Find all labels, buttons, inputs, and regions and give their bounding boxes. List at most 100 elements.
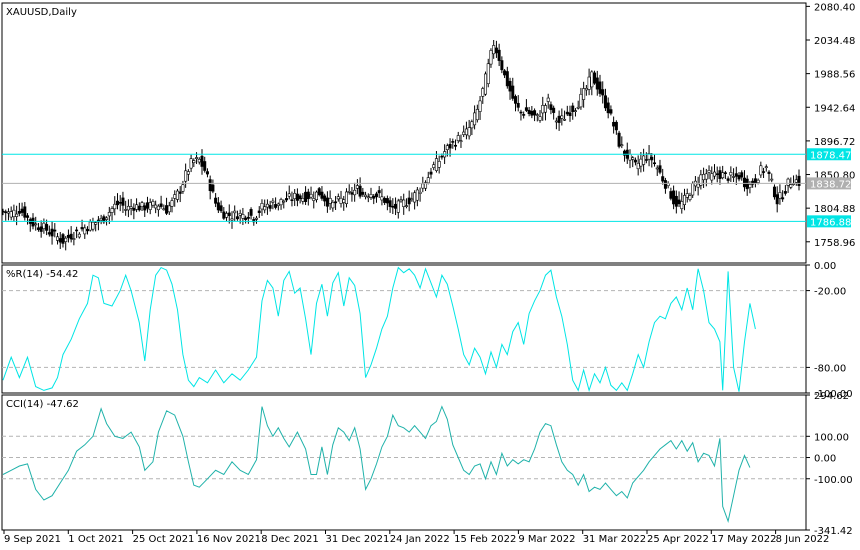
candle-body <box>677 199 681 205</box>
candle-body <box>42 222 46 229</box>
candle-body <box>508 80 512 92</box>
candle-body <box>500 60 504 71</box>
candle-body <box>227 212 231 217</box>
candle-body <box>274 204 278 208</box>
candle-body <box>530 110 534 116</box>
y-tick-label: 2034.48 <box>814 36 855 47</box>
candle-body <box>554 120 558 123</box>
candle-body <box>244 217 248 220</box>
candle-body <box>105 217 109 220</box>
candle-body <box>786 178 790 186</box>
candle-body <box>77 233 81 238</box>
candle-body <box>723 172 727 174</box>
candle-body <box>173 194 177 199</box>
x-tick-label: 8 Jun 2022 <box>776 534 830 545</box>
candle-body <box>372 195 376 199</box>
candle-body <box>271 200 275 203</box>
candle-body <box>380 196 384 201</box>
candle-body <box>369 194 373 198</box>
x-tick-label: 17 May 2022 <box>711 534 776 545</box>
candle-body <box>53 229 57 232</box>
candle-body <box>661 176 665 182</box>
candle-body <box>162 208 166 211</box>
candle-body <box>492 45 496 55</box>
x-tick-label: 9 Sep 2021 <box>4 534 61 545</box>
candle-body <box>189 158 193 169</box>
candle-body <box>688 195 692 200</box>
candle-body <box>107 212 111 217</box>
candle-body <box>165 205 169 214</box>
candle-body <box>601 89 605 96</box>
y-tick-label: 1896.72 <box>814 137 855 148</box>
candle-body <box>347 190 351 193</box>
candle-body <box>353 189 357 196</box>
candle-body <box>429 171 433 175</box>
candle-body <box>184 170 188 182</box>
candle-body <box>775 194 779 205</box>
candle-body <box>304 191 308 202</box>
candle-body <box>80 227 84 230</box>
candle-body <box>366 196 370 199</box>
candle-body <box>451 141 455 143</box>
candle-body <box>593 72 597 84</box>
candle-body <box>47 232 51 235</box>
candle-body <box>268 205 272 209</box>
candle-body <box>36 227 40 230</box>
candle-body <box>494 47 498 54</box>
candle-body <box>115 200 119 206</box>
candle-body <box>557 115 561 123</box>
candle-body <box>64 237 68 242</box>
candle-body <box>481 88 485 97</box>
candle-body <box>350 192 354 195</box>
candle-body <box>587 76 591 90</box>
candle-body <box>293 193 297 199</box>
candle-body <box>497 49 501 61</box>
candle-body <box>535 114 539 116</box>
candle-body <box>503 70 507 76</box>
candle-body <box>672 190 676 205</box>
candle-body <box>246 216 250 219</box>
candle-body <box>781 197 785 200</box>
candle-body <box>475 109 479 121</box>
candle-body <box>426 177 430 184</box>
y-tick-label: -100.00 <box>814 475 853 486</box>
candle-body <box>402 199 406 207</box>
candle-body <box>399 199 403 202</box>
candle-body <box>655 167 659 170</box>
candle-body <box>219 205 223 212</box>
candle-body <box>513 96 517 104</box>
candle-body <box>560 115 564 119</box>
candle-body <box>50 228 54 237</box>
candle-body <box>339 197 343 204</box>
candle-body <box>295 193 299 201</box>
candle-body <box>628 153 632 161</box>
candle-body <box>361 191 365 195</box>
candle-body <box>413 192 417 203</box>
candle-body <box>4 211 8 214</box>
candle-body <box>167 205 171 213</box>
candle-body <box>696 183 700 188</box>
candle-body <box>470 121 474 129</box>
candle-body <box>573 110 577 112</box>
candle-body <box>519 111 523 114</box>
candle-body <box>639 158 643 167</box>
candle-body <box>642 155 646 165</box>
candle-body <box>404 205 408 207</box>
candle-body <box>579 93 583 108</box>
candle-body <box>565 111 569 115</box>
candle-body <box>606 102 610 114</box>
y-tick-label: 1942.64 <box>814 103 855 114</box>
x-tick-label: 1 Oct 2021 <box>68 534 123 545</box>
candle-body <box>454 144 458 147</box>
candle-body <box>45 224 49 231</box>
candle-body <box>464 128 468 136</box>
candle-body <box>636 162 640 170</box>
candle-body <box>309 193 313 198</box>
candle-body <box>448 144 452 149</box>
candle-body <box>208 179 212 192</box>
candle-body <box>241 214 245 219</box>
candle-body <box>437 160 441 168</box>
x-tick-label: 8 Dec 2021 <box>261 534 319 545</box>
candle-body <box>745 178 749 190</box>
candle-body <box>415 189 419 201</box>
